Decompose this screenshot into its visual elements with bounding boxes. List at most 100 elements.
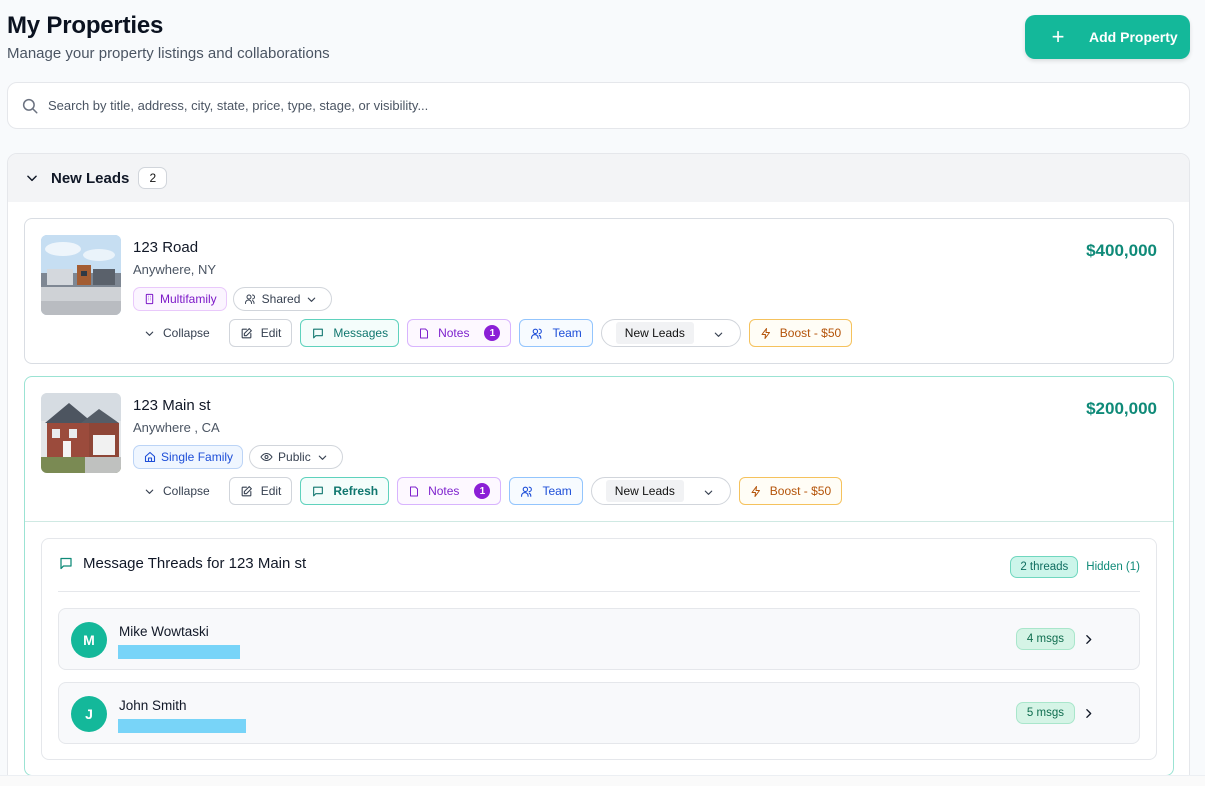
divider xyxy=(58,591,1140,592)
edit-icon xyxy=(241,485,252,496)
notes-label: Notes xyxy=(428,484,460,498)
users-icon xyxy=(521,486,533,497)
boost-button[interactable]: Boost - $50 xyxy=(748,319,853,347)
property-location: Anywhere , CA xyxy=(133,420,220,435)
message-icon xyxy=(60,557,72,570)
stage-select-value: New Leads xyxy=(605,480,684,502)
users-icon xyxy=(531,328,543,339)
edit-label: Edit xyxy=(260,484,282,498)
notes-button[interactable]: Notes 1 xyxy=(407,319,512,347)
edit-button[interactable]: Edit xyxy=(228,477,293,505)
property-title[interactable]: 123 Road xyxy=(133,239,198,256)
lightning-icon xyxy=(751,485,760,497)
property-card: 123 Road Anywhere, NY $400,000 Multifami… xyxy=(24,218,1174,364)
team-button[interactable]: Team xyxy=(509,477,583,505)
property-type-label: Single Family xyxy=(161,450,234,464)
search-icon xyxy=(22,98,38,113)
edit-label: Edit xyxy=(260,326,282,340)
collapse-label: Collapse xyxy=(163,484,210,498)
lightning-icon xyxy=(761,327,770,339)
chevron-down-icon[interactable] xyxy=(25,171,39,185)
thread-row[interactable]: J John Smith 5 msgs xyxy=(58,682,1140,744)
chevron-down-icon xyxy=(308,297,316,302)
stage-count-badge: 2 xyxy=(138,167,168,189)
chevron-right-icon[interactable] xyxy=(1082,633,1095,646)
note-icon xyxy=(410,486,419,496)
refresh-button[interactable]: Refresh xyxy=(300,477,390,505)
stage-header[interactable]: New Leads 2 xyxy=(8,154,1189,202)
search-bar xyxy=(7,82,1190,129)
notes-count-badge: 1 xyxy=(484,325,501,341)
stage-board: New Leads 2 123 Road Anywhere, NY $400,0… xyxy=(7,153,1190,786)
users-icon xyxy=(244,294,255,304)
property-location: Anywhere, NY xyxy=(133,262,217,277)
team-button[interactable]: Team xyxy=(519,319,593,347)
hidden-threads-link[interactable]: Hidden (1) xyxy=(1086,561,1140,573)
boost-label: Boost - $50 xyxy=(779,326,842,340)
property-type-label: Multifamily xyxy=(160,292,217,306)
messages-label: Messages xyxy=(333,326,389,340)
messages-button[interactable]: Messages xyxy=(300,319,400,347)
property-price: $200,000 xyxy=(1086,399,1157,418)
property-thumbnail[interactable] xyxy=(41,393,121,473)
team-label: Team xyxy=(542,484,572,498)
redacted-email xyxy=(118,719,246,733)
collapse-button[interactable]: Collapse xyxy=(133,477,221,505)
notes-button[interactable]: Notes 1 xyxy=(397,477,502,505)
chevron-right-icon[interactable] xyxy=(1082,707,1095,720)
message-icon xyxy=(313,486,324,496)
plus-icon: + xyxy=(1051,24,1065,49)
team-label: Team xyxy=(552,326,582,340)
add-property-label: Add Property xyxy=(1089,29,1178,45)
property-title[interactable]: 123 Main st xyxy=(133,397,211,414)
visibility-label: Public xyxy=(278,450,311,464)
stage-select[interactable]: New Leads xyxy=(600,319,741,347)
page-subtitle: Manage your property listings and collab… xyxy=(7,45,330,62)
chevron-down-icon xyxy=(318,455,326,460)
avatar: M xyxy=(71,622,107,658)
chevron-down-icon xyxy=(704,490,713,495)
threads-panel-title: Message Threads for 123 Main st xyxy=(83,555,307,572)
chevron-down-icon xyxy=(145,489,154,494)
message-threads-panel: Message Threads for 123 Main st 2 thread… xyxy=(41,538,1157,760)
add-property-button[interactable]: + Add Property xyxy=(1025,15,1190,59)
visibility-dropdown[interactable]: Public xyxy=(249,445,343,469)
page-title: My Properties xyxy=(7,12,164,39)
property-card: 123 Main st Anywhere , CA $200,000 Singl… xyxy=(24,376,1174,776)
stage-title: New Leads xyxy=(51,169,130,187)
visibility-dropdown[interactable]: Shared xyxy=(232,287,333,311)
notes-label: Notes xyxy=(438,326,470,340)
message-icon xyxy=(313,328,324,338)
chevron-down-icon xyxy=(145,331,154,336)
message-count-badge: 4 msgs xyxy=(1015,628,1075,650)
threads-count-badge: 2 threads xyxy=(1010,556,1079,578)
refresh-label: Refresh xyxy=(333,484,379,498)
avatar: J xyxy=(71,696,107,732)
stage-select[interactable]: New Leads xyxy=(590,477,731,505)
stage-select-value: New Leads xyxy=(615,322,694,344)
boost-label: Boost - $50 xyxy=(769,484,832,498)
message-count-badge: 5 msgs xyxy=(1015,702,1075,724)
property-price: $400,000 xyxy=(1086,241,1157,260)
property-type-tag: Single Family xyxy=(133,445,244,469)
chevron-down-icon xyxy=(714,332,723,337)
edit-icon xyxy=(241,327,252,338)
visibility-label: Shared xyxy=(261,292,301,306)
note-icon xyxy=(420,328,429,338)
redacted-email xyxy=(118,645,240,659)
thread-row[interactable]: M Mike Wowtaski 4 msgs xyxy=(58,608,1140,670)
edit-button[interactable]: Edit xyxy=(228,319,293,347)
thread-contact-name: Mike Wowtaski xyxy=(119,624,209,639)
page-bottom-edge xyxy=(0,775,1205,786)
collapse-label: Collapse xyxy=(163,326,210,340)
boost-button[interactable]: Boost - $50 xyxy=(738,477,843,505)
notes-count-badge: 1 xyxy=(474,483,491,499)
collapse-button[interactable]: Collapse xyxy=(133,319,221,347)
home-icon xyxy=(144,451,156,463)
property-type-tag: Multifamily xyxy=(133,287,227,311)
thread-contact-name: John Smith xyxy=(119,698,187,713)
divider xyxy=(25,521,1173,522)
search-input[interactable] xyxy=(48,98,1148,113)
building-icon xyxy=(145,293,154,305)
property-thumbnail[interactable] xyxy=(41,235,121,315)
